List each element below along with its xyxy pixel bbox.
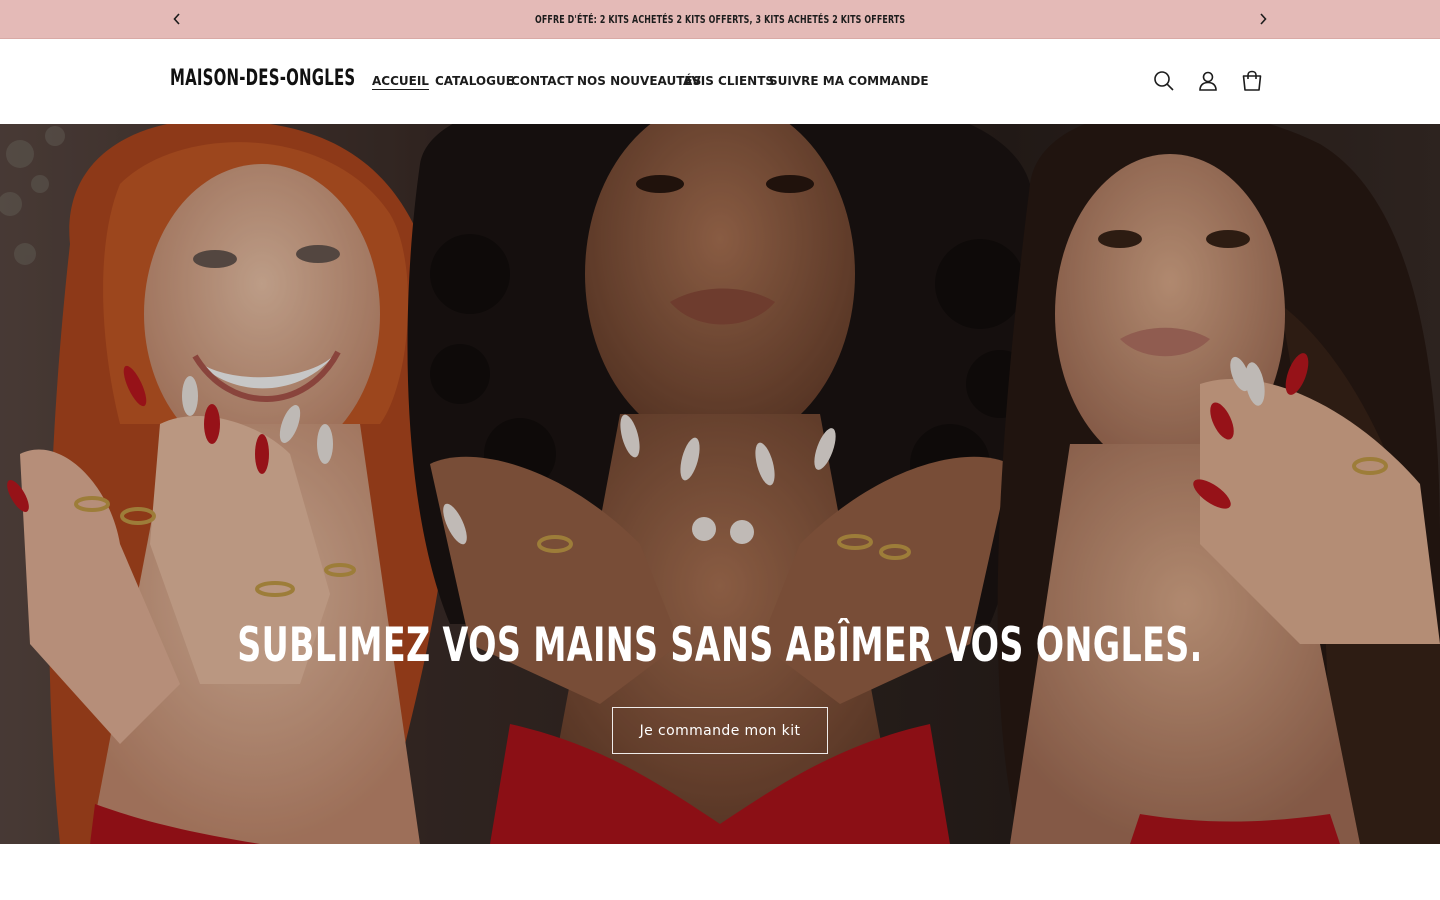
announcement-bar: OFFRE D'ÉTÉ: 2 KITS ACHETÉS 2 KITS OFFER… [0,0,1440,39]
announcement-prev-button[interactable] [168,10,186,28]
nav-item-suivre-commande[interactable]: SUIVRE MA COMMANDE [769,74,929,88]
account-button[interactable] [1195,68,1221,94]
announcement-next-button[interactable] [1254,10,1272,28]
chevron-right-icon [1260,13,1267,25]
nav-item-accueil[interactable]: ACCUEIL [372,74,429,88]
page-bottom [0,844,1440,900]
cart-icon [1242,70,1262,91]
nav-item-catalogue[interactable]: CATALOGUE [435,74,514,88]
cart-button[interactable] [1239,68,1265,94]
hero-title: SUBLIMEZ VOS MAINS SANS ABÎMER VOS ONGLE… [237,618,1203,673]
main-nav: ACCUEIL CATALOGUE CONTACT NOS NOUVEAUTÉS… [372,72,929,90]
nav-item-avis-clients[interactable]: AVIS CLIENTS [683,74,774,88]
site-logo[interactable]: MAISON-DES-ONGLES [170,66,355,91]
site-header: MAISON-DES-ONGLES ACCUEIL CATALOGUE CONT… [0,39,1440,124]
announcement-text: OFFRE D'ÉTÉ: 2 KITS ACHETÉS 2 KITS OFFER… [534,12,906,26]
hero-banner: SUBLIMEZ VOS MAINS SANS ABÎMER VOS ONGLE… [0,124,1440,844]
search-button[interactable] [1151,68,1177,94]
chevron-left-icon [173,13,180,25]
account-icon [1199,71,1217,91]
nav-item-contact[interactable]: CONTACT [511,74,574,88]
hero-cta-button[interactable]: Je commande mon kit [612,707,828,754]
search-icon [1154,71,1174,91]
